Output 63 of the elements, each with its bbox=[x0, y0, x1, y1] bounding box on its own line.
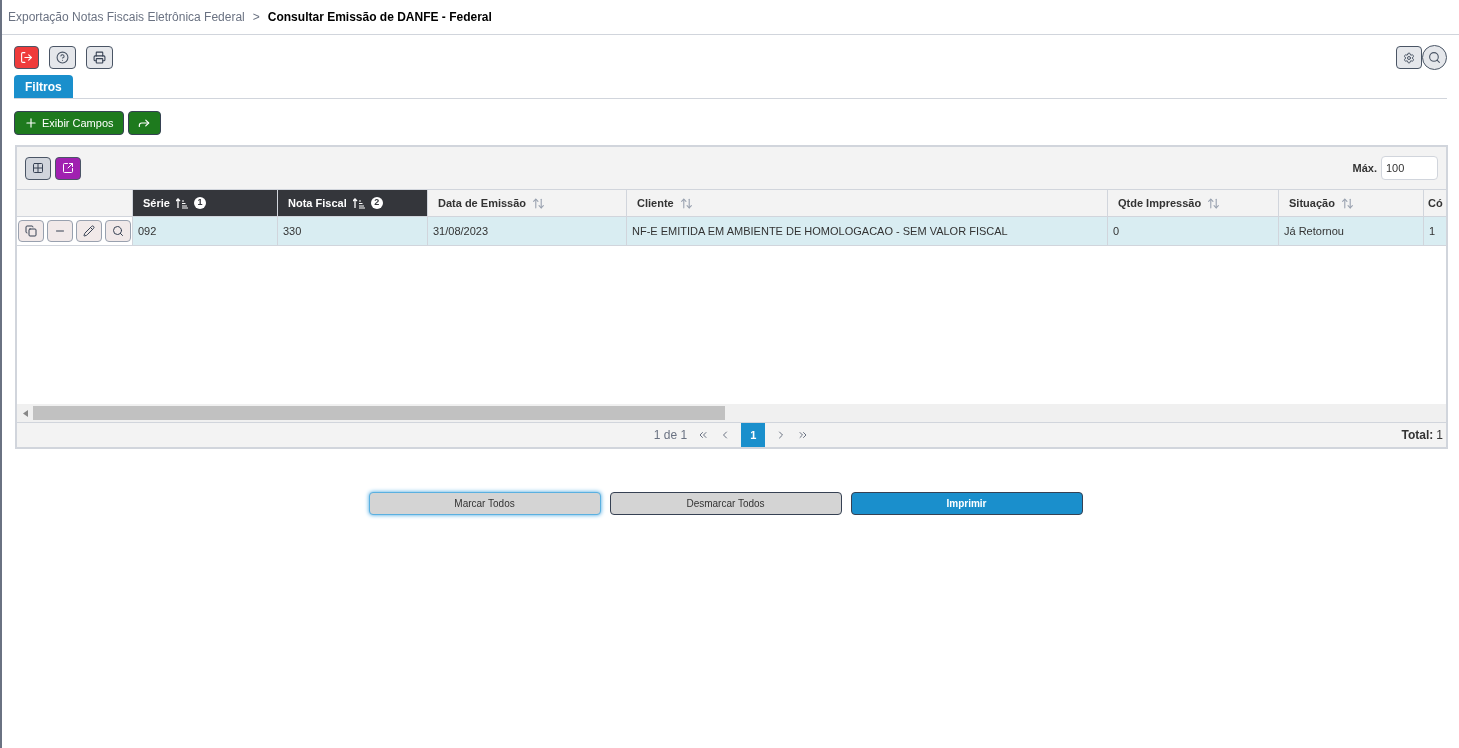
sort-ascending-icon bbox=[175, 197, 188, 209]
exit-icon bbox=[20, 51, 33, 64]
table-cell: NF-E EMITIDA EM AMBIENTE DE HOMOLOGACAO - SEM VALOR FISCAL bbox=[627, 217, 1108, 245]
page-title: Consultar Emissão de DANFE - Federal bbox=[267, 9, 492, 26]
total-label: Total: bbox=[1401, 427, 1434, 444]
table-cell: 31/08/2023 bbox=[428, 217, 627, 245]
column-header[interactable]: Cliente bbox=[627, 190, 1108, 216]
tab[interactable]: Filtros bbox=[14, 75, 73, 98]
grid-icon bbox=[32, 162, 44, 174]
share-button[interactable] bbox=[127, 111, 161, 135]
total-value: 1 bbox=[1436, 427, 1443, 444]
scroll-left-icon[interactable] bbox=[22, 409, 28, 417]
page-button[interactable]: 1 bbox=[741, 423, 766, 447]
max-rows-field[interactable]: 100 bbox=[1381, 156, 1438, 180]
settings-button[interactable] bbox=[1396, 46, 1422, 69]
sort-order-badge: 2 bbox=[370, 197, 383, 209]
horizontal-scrollbar[interactable] bbox=[17, 404, 1446, 422]
edit-button[interactable] bbox=[76, 220, 102, 242]
copy-button[interactable] bbox=[18, 220, 44, 242]
action-button[interactable]: Desmarcar Todos bbox=[609, 492, 842, 515]
expand-button[interactable] bbox=[55, 156, 81, 180]
column-header[interactable]: Có bbox=[1424, 190, 1446, 216]
max-label: Máx. bbox=[1352, 160, 1377, 176]
column-header[interactable]: Qtde Impressão bbox=[1108, 190, 1279, 216]
column-header[interactable]: Data de Emissão bbox=[428, 190, 627, 216]
help-icon bbox=[56, 51, 69, 64]
sort-arrows-icon bbox=[532, 196, 546, 210]
table-cell: 0 bbox=[1108, 217, 1279, 245]
table-cell: 092 bbox=[133, 217, 278, 245]
pencil-icon bbox=[83, 225, 95, 237]
plus-icon bbox=[24, 116, 38, 130]
help-button[interactable] bbox=[49, 46, 76, 69]
sort-ascending-icon bbox=[352, 197, 365, 209]
printer-icon bbox=[93, 51, 106, 64]
sort-order-badge: 1 bbox=[193, 197, 206, 209]
search-icon bbox=[112, 225, 124, 237]
settings-icon bbox=[1403, 51, 1415, 64]
exit-button[interactable] bbox=[14, 46, 39, 69]
page-info: 1 de 1 bbox=[653, 427, 688, 444]
show-fields-button[interactable]: Exibir Campos bbox=[14, 111, 124, 135]
share-arrow-icon bbox=[137, 116, 152, 130]
search-icon bbox=[1428, 51, 1441, 64]
view-button[interactable] bbox=[105, 220, 131, 242]
table-cell: 330 bbox=[278, 217, 428, 245]
table-row[interactable]: 092 330 31/08/2023 NF-E EMITIDA EM AMBIENTE DE HOMOLOGACAO - SEM VALOR FISCAL 0 Já Retornou 1 bbox=[17, 217, 1446, 246]
sort-arrows-icon bbox=[1207, 196, 1221, 210]
action-button[interactable]: Marcar Todos bbox=[368, 492, 601, 515]
column-header[interactable]: Situação bbox=[1279, 190, 1424, 216]
column-header[interactable]: Nota Fiscal 2 bbox=[278, 190, 428, 216]
breadcrumb-link[interactable]: Exportação Notas Fiscais Eletrônica Federal bbox=[8, 8, 245, 26]
copy-icon bbox=[25, 225, 37, 237]
table-cell: Já Retornou bbox=[1279, 217, 1424, 245]
column-header[interactable]: Série 1 bbox=[133, 190, 278, 216]
grid-layout-button[interactable] bbox=[25, 156, 51, 180]
search-button[interactable] bbox=[1422, 45, 1447, 70]
expand-icon bbox=[62, 162, 74, 174]
first-page-icon[interactable] bbox=[697, 429, 710, 441]
action-button[interactable]: Imprimir bbox=[850, 492, 1083, 515]
sort-arrows-icon bbox=[1340, 196, 1354, 210]
breadcrumb-separator: > bbox=[252, 9, 260, 26]
print-settings-button[interactable] bbox=[86, 46, 113, 69]
sort-arrows-icon bbox=[679, 196, 693, 210]
table-cell: 1 bbox=[1424, 217, 1446, 245]
